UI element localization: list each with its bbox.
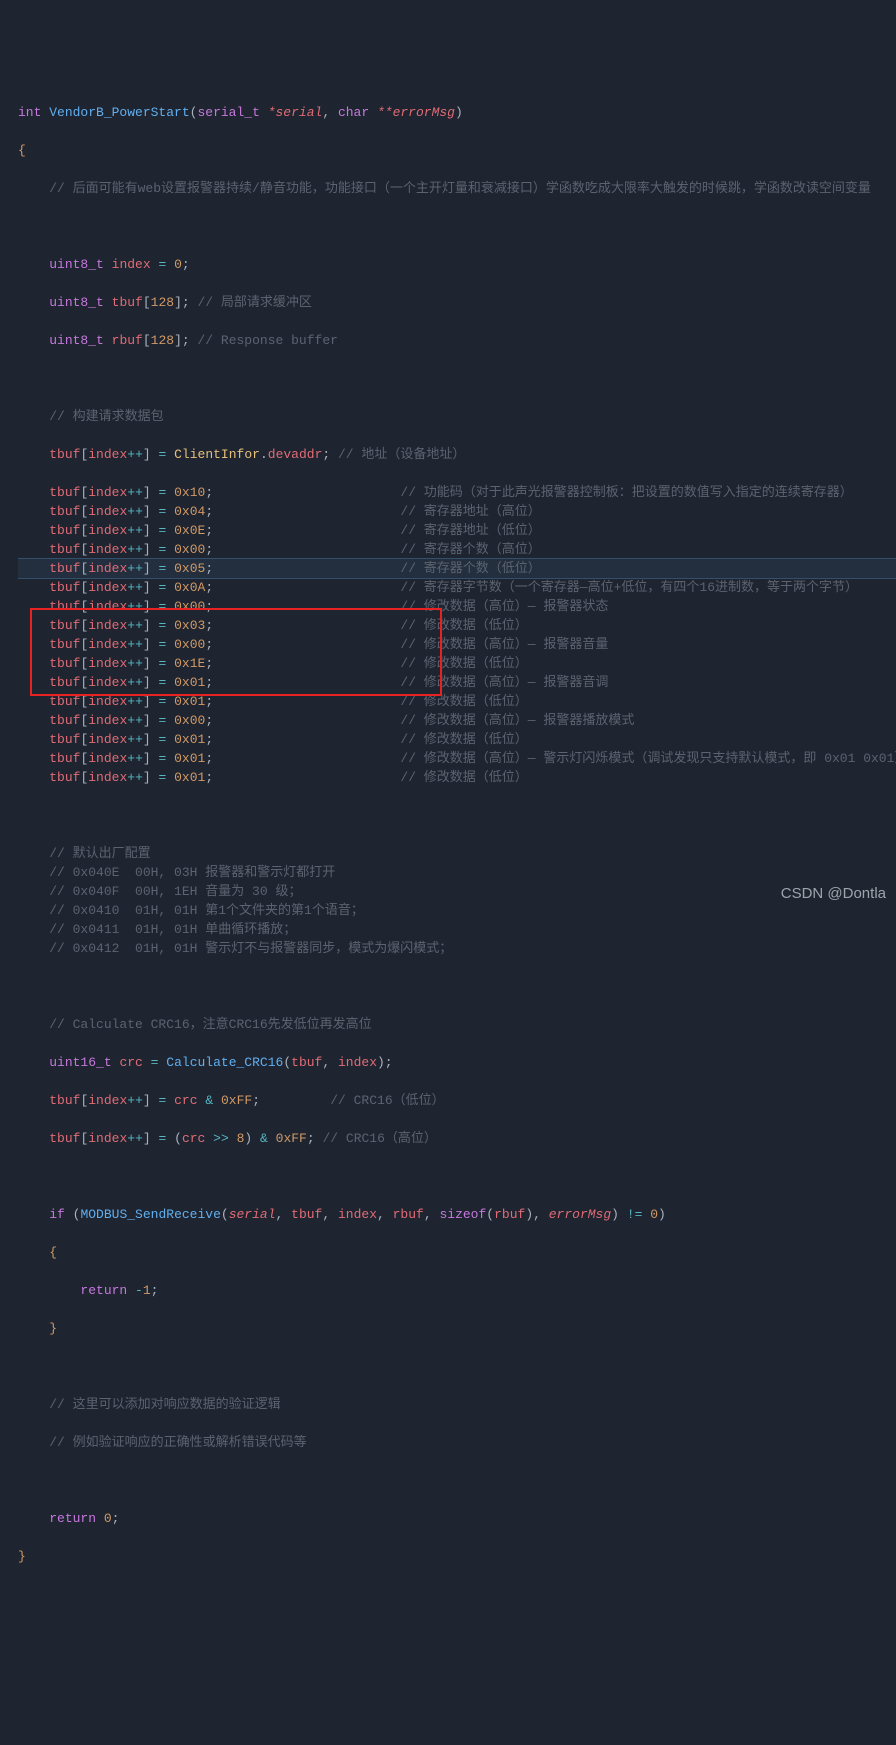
assign-row: tbuf[index++] = 0x0E; // 寄存器地址（低位） xyxy=(18,521,896,540)
comment: // 0x0412 01H, 01H 警示灯不与报警器同步，模式为爆闪模式； xyxy=(18,939,896,958)
comment: // 构建请求数据包 xyxy=(18,407,896,426)
comment: // 0x040E 00H, 03H 报警器和警示灯都打开 xyxy=(18,863,896,882)
assign-row: tbuf[index++] = 0x1E; // 修改数据（低位） xyxy=(18,654,896,673)
if-sendreceive: if (MODBUS_SendReceive(serial, tbuf, ind… xyxy=(18,1205,896,1224)
return-zero: return 0; xyxy=(18,1509,896,1528)
return-error: return -1; xyxy=(18,1281,896,1300)
watermark: CSDN @Dontla xyxy=(781,884,886,903)
assign-row: tbuf[index++] = 0x0A; // 寄存器字节数（一个寄存器—高位… xyxy=(18,578,896,597)
assign-devaddr: tbuf[index++] = ClientInfor.devaddr; // … xyxy=(18,445,896,464)
assign-row: tbuf[index++] = 0x01; // 修改数据（低位） xyxy=(18,730,896,749)
code-editor[interactable]: int VendorB_PowerStart(serial_t *serial,… xyxy=(0,76,896,1593)
assign-row: tbuf[index++] = 0x10; // 功能码（对于此声光报警器控制板… xyxy=(18,483,896,502)
crc-decl: uint16_t crc = Calculate_CRC16(tbuf, ind… xyxy=(18,1053,896,1072)
assign-row: tbuf[index++] = 0x01; // 修改数据（低位） xyxy=(18,692,896,711)
assign-row: tbuf[index++] = 0x04; // 寄存器地址（高位） xyxy=(18,502,896,521)
crc-comment: // Calculate CRC16，注意CRC16先发低位再发高位 xyxy=(18,1015,896,1034)
assign-row: tbuf[index++] = 0x01; // 修改数据（高位）— 警示灯闪烁… xyxy=(18,749,896,768)
comment: // 这里可以添加对响应数据的验证逻辑 xyxy=(18,1395,896,1414)
comment: // 0x0410 01H, 01H 第1个文件夹的第1个语音； xyxy=(18,901,896,920)
assign-row: tbuf[index++] = 0x00; // 寄存器个数（高位） xyxy=(18,540,896,559)
crc-high: tbuf[index++] = (crc >> 8) & 0xFF; // CR… xyxy=(18,1129,896,1148)
decl-tbuf: uint8_t tbuf[128]; // 局部请求缓冲区 xyxy=(18,293,896,312)
function-signature: int VendorB_PowerStart(serial_t *serial,… xyxy=(18,103,896,122)
comment: // 默认出厂配置 xyxy=(18,844,896,863)
comment: // 0x040F 00H, 1EH 音量为 30 级； xyxy=(18,882,896,901)
assign-row: tbuf[index++] = 0x01; // 修改数据（高位）— 报警器音调 xyxy=(18,673,896,692)
decl-index: uint8_t index = 0; xyxy=(18,255,896,274)
assign-row: tbuf[index++] = 0x00; // 修改数据（高位）— 报警器音量 xyxy=(18,635,896,654)
comment: // 后面可能有web设置报警器持续/静音功能，功能接口（一个主开灯量和衰减接口… xyxy=(18,179,896,198)
comment: // 例如验证响应的正确性或解析错误代码等 xyxy=(18,1433,896,1452)
assign-row: tbuf[index++] = 0x01; // 修改数据（低位） xyxy=(18,768,896,787)
decl-rbuf: uint8_t rbuf[128]; // Response buffer xyxy=(18,331,896,350)
comment: // 0x0411 01H, 01H 单曲循环播放； xyxy=(18,920,896,939)
assign-row: tbuf[index++] = 0x00; // 修改数据（高位）— 报警器状态 xyxy=(18,597,896,616)
assign-row: tbuf[index++] = 0x03; // 修改数据（低位） xyxy=(18,616,896,635)
assign-row: tbuf[index++] = 0x05; // 寄存器个数（低位） xyxy=(18,558,896,579)
crc-low: tbuf[index++] = crc & 0xFF; // CRC16（低位） xyxy=(18,1091,896,1110)
assign-row: tbuf[index++] = 0x00; // 修改数据（高位）— 报警器播放… xyxy=(18,711,896,730)
